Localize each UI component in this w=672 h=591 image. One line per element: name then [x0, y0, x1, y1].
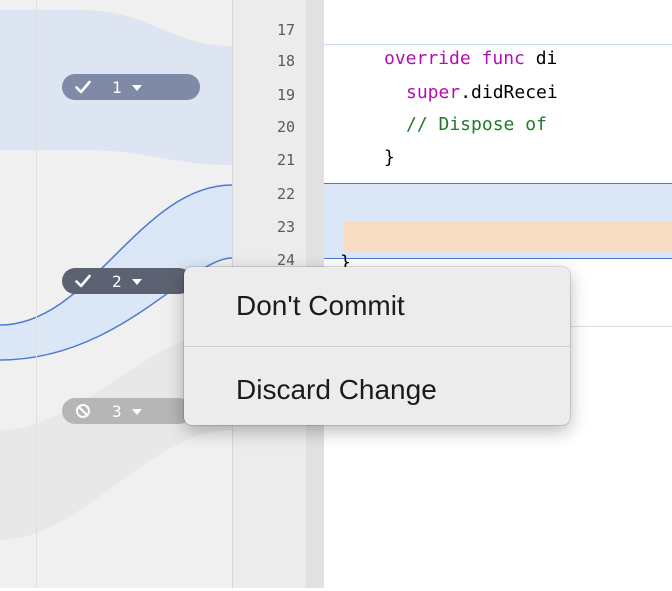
change-number: 2 [112, 271, 122, 291]
line-number: 18 [276, 52, 295, 70]
chevron-down-icon [131, 409, 142, 415]
code-keyword: override func [384, 48, 536, 69]
pane-divider [36, 0, 37, 591]
checkmark-icon [74, 78, 92, 96]
code-line-20[interactable]: // Dispose of [406, 112, 558, 138]
chevron-down-icon [131, 279, 142, 285]
chevron-down-icon [131, 85, 142, 91]
code-line-18[interactable]: override func di [384, 46, 557, 72]
code-text: } [384, 147, 395, 168]
code-text: di [535, 48, 558, 69]
change-number: 3 [112, 401, 122, 421]
line-number: 20 [276, 118, 295, 136]
change-context-menu: Don't Commit Discard Change [184, 267, 570, 425]
code-text: .didRecei [460, 82, 558, 103]
line-number: 17 [276, 21, 295, 39]
line-number: 22 [276, 185, 295, 203]
change-number: 1 [112, 77, 122, 97]
change-boundary-line [324, 44, 672, 45]
line-number: 23 [276, 218, 295, 236]
no-entry-icon [74, 402, 92, 420]
discard-change-menu-item[interactable]: Discard Change [184, 355, 570, 425]
changed-line-highlight [344, 222, 672, 252]
code-line-21[interactable]: } [384, 145, 395, 171]
line-number: 19 [276, 86, 295, 104]
menu-separator [184, 346, 570, 347]
change-badge-2[interactable]: 2 [62, 268, 192, 294]
line-number: 21 [276, 151, 295, 169]
code-comment: // Dispose of [406, 114, 558, 135]
dont-commit-menu-item[interactable]: Don't Commit [184, 271, 570, 341]
code-keyword: super [406, 82, 461, 103]
code-line-19[interactable]: super.didRecei [406, 80, 558, 106]
change-badge-1[interactable]: 1 [62, 74, 200, 100]
checkmark-icon [74, 272, 92, 290]
change-badge-3[interactable]: 3 [62, 398, 192, 424]
